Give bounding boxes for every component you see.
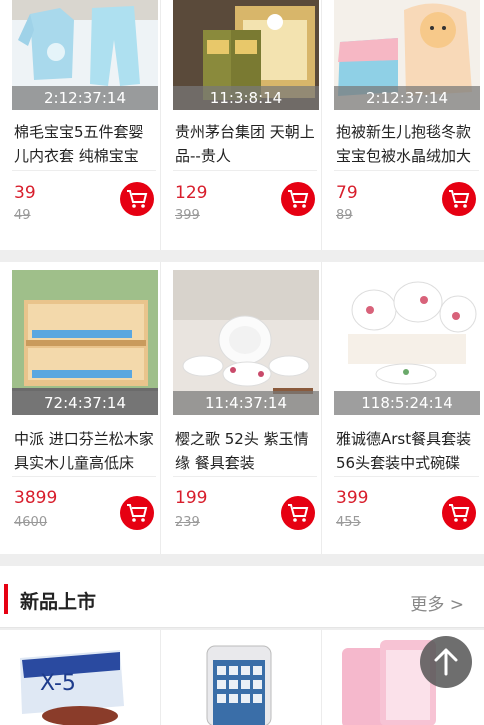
arrow-up-icon [434,648,458,676]
product-card[interactable]: 11:3:8:14 贵州茅台集团 天朝上品--贵人 129 399 [161,0,322,250]
product-image[interactable] [161,630,322,725]
svg-text:X-5: X-5 [40,671,76,696]
product-image[interactable]: X-5 [0,630,161,725]
shopping-cart-icon [127,190,148,208]
product-image[interactable]: 2:12:37:14 [334,0,480,110]
product-title[interactable]: 雅诚德Arst餐具套装56头套装中式碗碟 [336,427,478,475]
new-product-card[interactable] [161,630,322,725]
product-title[interactable]: 贵州茅台集团 天朝上品--贵人 [175,120,317,168]
back-to-top-button[interactable] [420,636,472,688]
product-original-price: 399 [175,208,200,223]
add-to-cart-button[interactable] [120,182,154,216]
divider [173,170,317,171]
product-price: 129 [175,183,208,203]
shopping-cart-icon [288,504,309,522]
product-image[interactable]: 118:5:24:14 [334,270,480,415]
countdown-timer: 118:5:24:14 [334,391,480,415]
product-card[interactable]: 2:12:37:14 棉毛宝宝5五件套婴儿内衣套 纯棉宝宝 39 49 [0,0,161,250]
shopping-cart-icon [449,190,470,208]
shopping-cart-icon [127,504,148,522]
product-original-price: 49 [14,208,31,223]
product-card[interactable]: 11:4:37:14 樱之歌 52头 紫玉情缘 餐具套装 199 239 [161,262,322,554]
add-to-cart-button[interactable] [442,182,476,216]
shopping-cart-icon [288,190,309,208]
product-original-price: 4600 [14,515,48,530]
add-to-cart-button[interactable] [120,496,154,530]
more-link[interactable]: 更多 > [410,590,464,615]
new-product-card[interactable]: X-5 [0,630,161,725]
product-listing-page: 2:12:37:14 棉毛宝宝5五件套婴儿内衣套 纯棉宝宝 39 49 11:3… [0,0,484,725]
product-title[interactable]: 抱被新生儿抱毯冬款宝宝包被水晶绒加大 [336,120,478,168]
add-to-cart-button[interactable] [281,496,315,530]
product-image[interactable]: 72:4:37:14 [12,270,158,415]
product-original-price: 239 [175,515,200,530]
product-card[interactable]: 2:12:37:14 抱被新生儿抱毯冬款宝宝包被水晶绒加大 79 89 [322,0,483,250]
countdown-timer: 11:4:37:14 [173,391,319,415]
product-image[interactable]: 2:12:37:14 [12,0,158,110]
product-grid-row-2: 72:4:37:14 中派 进口芬兰松木家具实木儿童高低床 3899 4600 [0,262,484,554]
divider [334,476,479,477]
section-accent-bar [4,584,8,614]
section-title: 新品上市 [20,591,97,613]
shopping-cart-icon [449,504,470,522]
divider [334,170,479,171]
product-price: 199 [175,488,208,508]
product-price: 399 [336,488,369,508]
product-title[interactable]: 棉毛宝宝5五件套婴儿内衣套 纯棉宝宝 [14,120,156,168]
product-card[interactable]: 72:4:37:14 中派 进口芬兰松木家具实木儿童高低床 3899 4600 [0,262,161,554]
product-title[interactable]: 中派 进口芬兰松木家具实木儿童高低床 [14,427,156,475]
new-arrivals-header: 新品上市 更多 > [0,566,484,628]
add-to-cart-button[interactable] [442,496,476,530]
divider [173,476,317,477]
product-image[interactable]: 11:4:37:14 [173,270,319,415]
product-price: 39 [14,183,36,203]
product-price: 79 [336,183,358,203]
countdown-timer: 2:12:37:14 [12,86,158,110]
product-image[interactable]: 11:3:8:14 [173,0,319,110]
add-to-cart-button[interactable] [281,182,315,216]
divider [12,476,156,477]
product-card[interactable]: 118:5:24:14 雅诚德Arst餐具套装56头套装中式碗碟 399 455 [322,262,483,554]
product-price: 3899 [14,488,58,508]
product-original-price: 89 [336,208,353,223]
product-title[interactable]: 樱之歌 52头 紫玉情缘 餐具套装 [175,427,317,475]
countdown-timer: 2:12:37:14 [334,86,480,110]
countdown-timer: 11:3:8:14 [173,86,319,110]
product-original-price: 455 [336,515,361,530]
new-arrivals-row: X-5 [0,630,484,725]
product-grid-row-1: 2:12:37:14 棉毛宝宝5五件套婴儿内衣套 纯棉宝宝 39 49 11:3… [0,0,484,250]
countdown-timer: 72:4:37:14 [12,391,158,415]
divider [12,170,156,171]
